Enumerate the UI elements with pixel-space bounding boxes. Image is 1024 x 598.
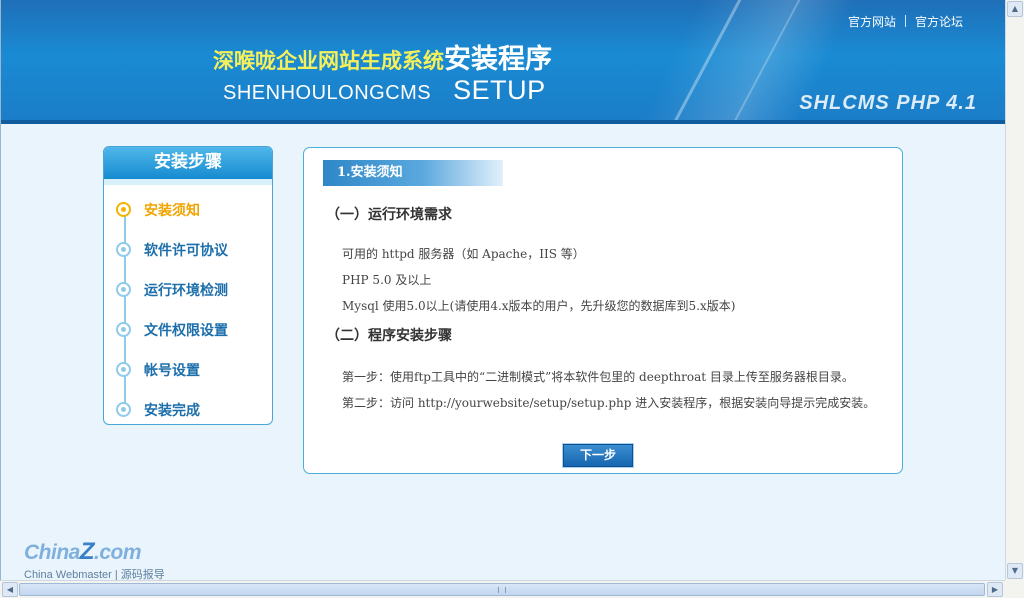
step-dot-icon	[116, 202, 131, 217]
watermark-brand-z: Z	[79, 538, 95, 565]
steps-title: 安装步骤	[104, 147, 272, 179]
link-divider	[904, 15, 906, 27]
env-requirement-line: PHP 5.0 及以上	[342, 273, 432, 287]
title-en-name: SHENHOULONGCMS	[223, 82, 432, 104]
watermark-brand-b: .com	[94, 541, 142, 564]
install-step-line: 第一步：使用ftp工具中的“二进制模式”将本软件包里的 deepthroat 目…	[342, 370, 854, 384]
install-step-line: 第二步：访问 http://yourwebsite/setup/setup.ph…	[342, 396, 876, 410]
scroll-corner	[1005, 580, 1024, 598]
top-links: 官方网站 官方论坛	[848, 13, 963, 30]
step-label: 帐号设置	[144, 363, 200, 379]
horizontal-scrollbar[interactable]: ◀ ▶	[0, 580, 1005, 598]
scroll-up-icon[interactable]: ▲	[1007, 1, 1023, 17]
panel-title-tab: 1.安装须知	[323, 160, 503, 186]
step-label: 运行环境检测	[144, 283, 228, 299]
step-dot-icon	[116, 322, 131, 337]
step-dot-icon	[116, 242, 131, 257]
vertical-scrollbar[interactable]: ▲ ▼	[1005, 0, 1024, 580]
scroll-right-icon[interactable]: ▶	[987, 582, 1003, 597]
chinaz-watermark-logo: ChinaZ.com China Webmaster | 源码报导	[24, 538, 165, 582]
step-label: 安装须知	[144, 203, 200, 219]
product-title-en: SHENHOULONGCMS SETUP	[223, 75, 546, 106]
step-label: 软件许可协议	[144, 243, 228, 259]
step-dot-icon	[116, 402, 131, 417]
watermark-brand-a: China	[24, 541, 80, 564]
step-label: 安装完成	[144, 403, 200, 419]
steps-subband	[104, 179, 272, 185]
official-forum-link[interactable]: 官方论坛	[915, 15, 963, 29]
title-cn-main: 安装程序	[444, 44, 552, 75]
env-requirement-line: 可用的 httpd 服务器（如 Apache，IIS 等）	[342, 247, 585, 261]
title-cn-prefix: 深喉咙企业网站生成系统	[213, 49, 444, 73]
step-dot-icon	[116, 282, 131, 297]
scroll-left-icon[interactable]: ◀	[2, 582, 18, 597]
scroll-thumb[interactable]	[19, 583, 985, 596]
env-requirement-line: Mysql 使用5.0以上(请使用4.x版本的用户，先升级您的数据库到5.x版本…	[342, 299, 736, 313]
steps-connector-line	[124, 209, 126, 409]
product-title-cn: 深喉咙企业网站生成系统安装程序	[213, 37, 552, 76]
watermark-brand: ChinaZ.com	[24, 538, 165, 566]
step-dot-icon	[116, 362, 131, 377]
section-env-title: （一）运行环境需求	[326, 207, 452, 223]
scroll-grip-icon	[498, 587, 506, 593]
header-banner: 官方网站 官方论坛 深喉咙企业网站生成系统安装程序 SHENHOULONGCMS S…	[1, 0, 1005, 124]
steps-sidebar: 安装步骤 安装须知 软件许可协议 运行环境检测 文件权限设置 帐号设置 安装完成	[103, 146, 273, 425]
scroll-down-icon[interactable]: ▼	[1007, 563, 1023, 579]
section-steps-title: （二）程序安装步骤	[326, 328, 452, 344]
official-site-link[interactable]: 官方网站	[848, 15, 896, 29]
content-panel: 1.安装须知 （一）运行环境需求 可用的 httpd 服务器（如 Apache，…	[303, 147, 903, 474]
version-label: SHLCMS PHP 4.1	[799, 92, 977, 114]
step-label: 文件权限设置	[144, 323, 228, 339]
header-bottom-band	[1, 120, 1005, 124]
title-setup: SETUP	[453, 75, 546, 105]
next-step-button[interactable]: 下一步	[563, 444, 633, 467]
